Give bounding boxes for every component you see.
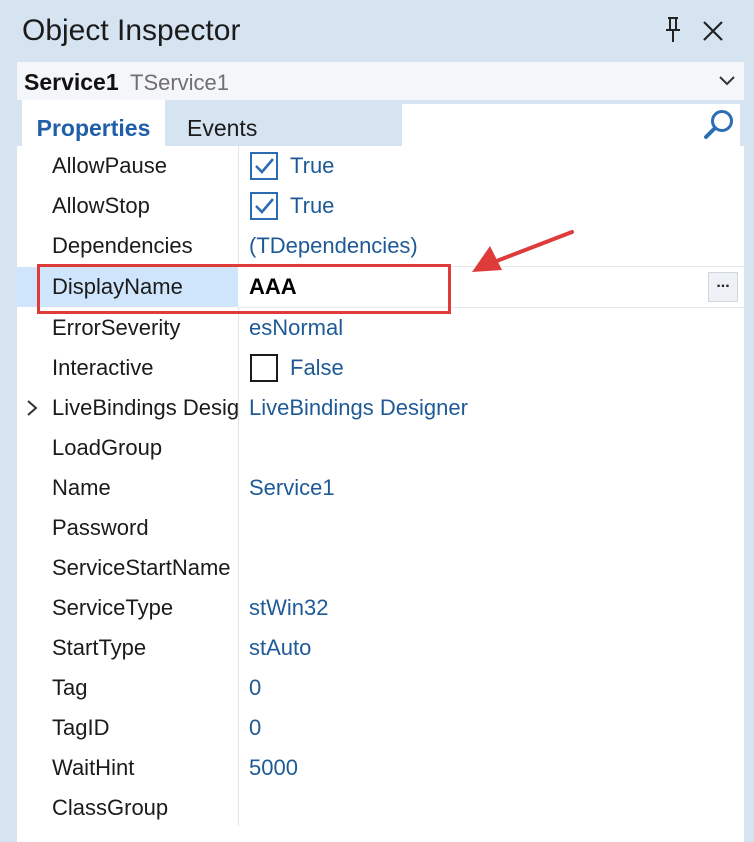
property-value: LiveBindings Designer [249,395,468,420]
property-value: 0 [249,715,262,740]
allowpause-checkbox[interactable] [250,152,278,180]
property-value: 5000 [249,755,298,780]
property-name: AllowPause [52,153,167,178]
inspector-panel: Service1 TService1 Properties Events All… [17,62,744,842]
window-title: Object Inspector [22,14,241,47]
search-icon[interactable] [702,108,736,142]
property-name-cell: ServiceStartName [17,548,238,588]
title-bar: Object Inspector [0,0,754,62]
property-name-cell: ClassGroup [17,788,238,828]
annotation-arrow-icon [468,228,578,278]
property-name-cell: TagID [17,708,238,748]
property-name: Dependencies [52,233,193,258]
property-name: Interactive [52,355,154,380]
property-name-cell: LoadGroup [17,428,238,468]
chevron-down-icon[interactable] [717,72,737,88]
property-row-starttype[interactable]: StartType stAuto [17,628,744,668]
tab-properties[interactable]: Properties [22,100,165,146]
property-row-dependencies[interactable]: Dependencies (TDependencies) [17,226,744,266]
property-name: LoadGroup [52,435,163,460]
property-name: ClassGroup [52,795,169,820]
property-name: TagID [52,715,110,740]
property-value: stWin32 [249,595,329,620]
property-value: esNormal [249,315,344,340]
property-name-cell: Name [17,468,238,508]
property-row-allowpause[interactable]: AllowPause True [17,146,744,186]
property-value: 0 [249,675,262,700]
property-name-cell: AllowPause [17,146,238,186]
close-icon[interactable] [698,16,728,46]
property-row-errorseverity[interactable]: ErrorSeverity esNormal [17,308,744,348]
property-value: (TDependencies) [249,233,418,258]
property-value: stAuto [249,635,312,660]
property-name: StartType [52,635,147,660]
property-name-cell: Password [17,508,238,548]
chevron-right-icon[interactable] [25,399,39,417]
property-value: False [290,355,344,380]
annotation-highlight-box [37,264,451,314]
property-row-tagid[interactable]: TagID 0 [17,708,744,748]
allowstop-checkbox[interactable] [250,192,278,220]
property-row-loadgroup[interactable]: LoadGroup [17,428,744,468]
component-name: Service1 [24,69,119,95]
property-value: True [290,153,335,178]
property-name-cell: AllowStop [17,186,238,226]
tab-events[interactable]: Events [187,100,257,146]
property-name-cell: Dependencies [17,226,238,266]
property-name: ErrorSeverity [52,315,181,340]
property-row-servicestartname[interactable]: ServiceStartName [17,548,744,588]
property-row-interactive[interactable]: Interactive False [17,348,744,388]
property-grid: AllowPause True AllowStop True Dependenc… [17,146,744,842]
property-name-cell: Tag [17,668,238,708]
property-name: WaitHint [52,755,135,780]
property-name: LiveBindings Designer [52,395,238,420]
component-selector[interactable]: Service1 TService1 [17,62,744,101]
search-box [402,104,740,146]
ellipsis-button[interactable]: ... [708,272,738,302]
search-input[interactable] [402,104,692,146]
property-name: ServiceStartName [52,555,231,580]
interactive-checkbox[interactable] [250,354,278,382]
tab-strip: Properties Events [17,100,744,146]
property-name-cell: StartType [17,628,238,668]
property-name-cell: ServiceType [17,588,238,628]
property-row-waithint[interactable]: WaitHint 5000 [17,748,744,788]
property-value: True [290,193,335,218]
property-row-classgroup[interactable]: ClassGroup [17,788,744,828]
property-name: Name [52,475,111,500]
property-row-password[interactable]: Password [17,508,744,548]
property-name-cell: LiveBindings Designer [17,388,238,428]
property-name-cell: Interactive [17,348,238,388]
property-row-livebindings[interactable]: LiveBindings Designer LiveBindings Desig… [17,388,744,428]
pin-icon[interactable] [660,16,686,46]
property-name: AllowStop [52,193,150,218]
property-row-tag[interactable]: Tag 0 [17,668,744,708]
property-row-name[interactable]: Name Service1 [17,468,744,508]
property-name: Password [52,515,149,540]
property-value: Service1 [249,475,335,500]
property-name-cell: WaitHint [17,748,238,788]
property-row-allowstop[interactable]: AllowStop True [17,186,744,226]
property-name: ServiceType [52,595,174,620]
property-row-servicetype[interactable]: ServiceType stWin32 [17,588,744,628]
component-type: TService1 [130,70,230,95]
property-name-cell: ErrorSeverity [17,308,238,348]
property-name: Tag [52,675,88,700]
